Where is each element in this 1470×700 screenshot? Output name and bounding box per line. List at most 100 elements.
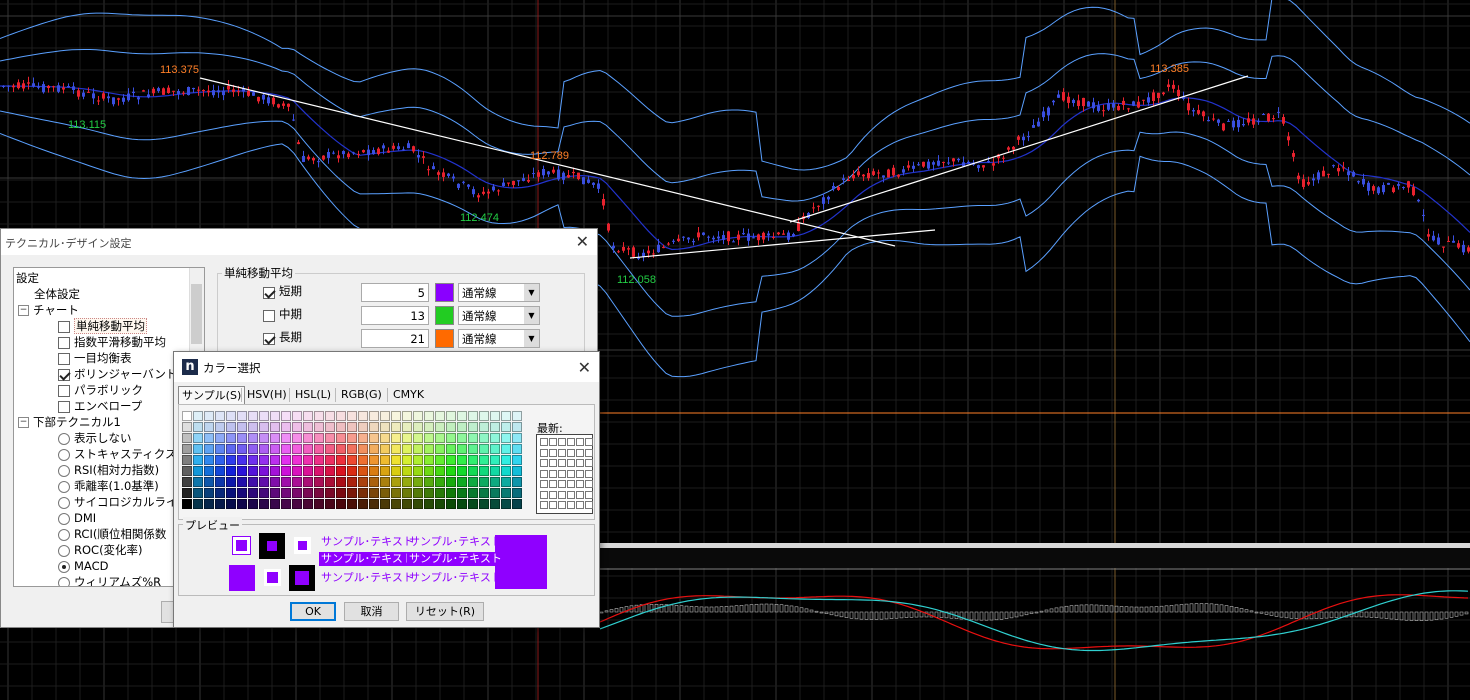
palette-swatch[interactable] bbox=[215, 488, 225, 498]
scroll-thumb[interactable] bbox=[191, 284, 202, 344]
palette-swatch[interactable] bbox=[380, 499, 390, 509]
palette-swatch[interactable] bbox=[501, 477, 511, 487]
palette-swatch[interactable] bbox=[446, 499, 456, 509]
palette-swatch[interactable] bbox=[468, 477, 478, 487]
recent-swatch[interactable] bbox=[549, 480, 557, 488]
palette-swatch[interactable] bbox=[226, 488, 236, 498]
palette-swatch[interactable] bbox=[270, 433, 280, 443]
palette-swatch[interactable] bbox=[501, 466, 511, 476]
palette-swatch[interactable] bbox=[182, 466, 192, 476]
palette-swatch[interactable] bbox=[457, 411, 467, 421]
palette-swatch[interactable] bbox=[336, 433, 346, 443]
sma-checkbox[interactable] bbox=[263, 287, 275, 299]
palette-swatch[interactable] bbox=[281, 477, 291, 487]
palette-swatch[interactable] bbox=[204, 422, 214, 432]
palette-swatch[interactable] bbox=[424, 422, 434, 432]
palette-swatch[interactable] bbox=[435, 499, 445, 509]
collapse-icon[interactable]: − bbox=[18, 417, 29, 428]
palette-swatch[interactable] bbox=[347, 477, 357, 487]
palette-swatch[interactable] bbox=[336, 411, 346, 421]
palette-swatch[interactable] bbox=[358, 477, 368, 487]
recent-swatch[interactable] bbox=[576, 438, 584, 446]
palette-swatch[interactable] bbox=[446, 433, 456, 443]
sma-color-swatch[interactable] bbox=[435, 306, 454, 325]
palette-swatch[interactable] bbox=[358, 455, 368, 465]
palette-swatch[interactable] bbox=[259, 466, 269, 476]
chevron-down-icon[interactable]: ▼ bbox=[524, 330, 539, 347]
palette-swatch[interactable] bbox=[292, 488, 302, 498]
sma-checkbox[interactable] bbox=[263, 310, 275, 322]
palette-swatch[interactable] bbox=[512, 466, 522, 476]
palette-swatch[interactable] bbox=[237, 488, 247, 498]
palette-swatch[interactable] bbox=[336, 499, 346, 509]
tree-radio[interactable] bbox=[58, 448, 70, 461]
palette-swatch[interactable] bbox=[347, 411, 357, 421]
sma-linetype-select[interactable]: 通常線 ▼ bbox=[458, 306, 540, 325]
palette-swatch[interactable] bbox=[204, 455, 214, 465]
palette-swatch[interactable] bbox=[468, 422, 478, 432]
tree-item[interactable]: MACD bbox=[58, 558, 108, 574]
recent-colors[interactable] bbox=[536, 434, 593, 514]
palette-swatch[interactable] bbox=[512, 488, 522, 498]
tree-item[interactable]: ROC(変化率) bbox=[58, 542, 143, 558]
tree-item[interactable]: DMI bbox=[58, 510, 96, 526]
recent-swatch[interactable] bbox=[567, 480, 575, 488]
palette-swatch[interactable] bbox=[457, 433, 467, 443]
palette-swatch[interactable] bbox=[336, 477, 346, 487]
sma-checkbox[interactable] bbox=[263, 333, 275, 345]
recent-swatch[interactable] bbox=[567, 459, 575, 467]
recent-swatch[interactable] bbox=[558, 480, 566, 488]
palette-swatch[interactable] bbox=[413, 411, 423, 421]
palette-swatch[interactable] bbox=[248, 411, 258, 421]
palette-swatch[interactable] bbox=[336, 466, 346, 476]
palette-swatch[interactable] bbox=[413, 444, 423, 454]
recent-swatch[interactable] bbox=[576, 501, 584, 509]
recent-swatch[interactable] bbox=[549, 459, 557, 467]
palette-swatch[interactable] bbox=[182, 422, 192, 432]
palette-swatch[interactable] bbox=[215, 411, 225, 421]
palette-swatch[interactable] bbox=[204, 477, 214, 487]
palette-swatch[interactable] bbox=[281, 411, 291, 421]
palette-swatch[interactable] bbox=[468, 444, 478, 454]
tree-radio[interactable] bbox=[58, 496, 70, 509]
palette-swatch[interactable] bbox=[380, 477, 390, 487]
palette-swatch[interactable] bbox=[215, 477, 225, 487]
palette-swatch[interactable] bbox=[182, 455, 192, 465]
palette-swatch[interactable] bbox=[380, 466, 390, 476]
recent-swatch[interactable] bbox=[549, 501, 557, 509]
recent-swatch[interactable] bbox=[540, 469, 548, 478]
palette-swatch[interactable] bbox=[512, 477, 522, 487]
palette-swatch[interactable] bbox=[215, 499, 225, 509]
palette-swatch[interactable] bbox=[512, 455, 522, 465]
recent-swatch[interactable] bbox=[549, 438, 557, 446]
palette-swatch[interactable] bbox=[314, 422, 324, 432]
recent-swatch[interactable] bbox=[567, 490, 575, 499]
palette-swatch[interactable] bbox=[226, 455, 236, 465]
recent-swatch[interactable] bbox=[540, 448, 548, 457]
palette-swatch[interactable] bbox=[479, 466, 489, 476]
palette-swatch[interactable] bbox=[259, 422, 269, 432]
recent-swatch[interactable] bbox=[567, 469, 575, 478]
color-tab[interactable]: HSL(L) bbox=[292, 386, 334, 403]
palette-swatch[interactable] bbox=[314, 499, 324, 509]
palette-swatch[interactable] bbox=[402, 477, 412, 487]
sma-period-input[interactable]: 13 bbox=[361, 306, 429, 325]
collapse-icon[interactable]: − bbox=[18, 305, 29, 316]
palette-swatch[interactable] bbox=[446, 411, 456, 421]
palette-swatch[interactable] bbox=[380, 488, 390, 498]
recent-swatch[interactable] bbox=[576, 448, 584, 457]
palette-swatch[interactable] bbox=[347, 444, 357, 454]
palette-swatch[interactable] bbox=[512, 411, 522, 421]
palette-swatch[interactable] bbox=[391, 422, 401, 432]
palette-swatch[interactable] bbox=[281, 466, 291, 476]
recent-swatch[interactable] bbox=[576, 490, 584, 499]
palette-swatch[interactable] bbox=[237, 433, 247, 443]
palette-swatch[interactable] bbox=[457, 455, 467, 465]
palette-swatch[interactable] bbox=[303, 455, 313, 465]
palette-swatch[interactable] bbox=[314, 466, 324, 476]
tree-checkbox[interactable] bbox=[58, 368, 70, 381]
palette-swatch[interactable] bbox=[204, 433, 214, 443]
palette-swatch[interactable] bbox=[413, 466, 423, 476]
palette-swatch[interactable] bbox=[369, 488, 379, 498]
palette-swatch[interactable] bbox=[193, 488, 203, 498]
